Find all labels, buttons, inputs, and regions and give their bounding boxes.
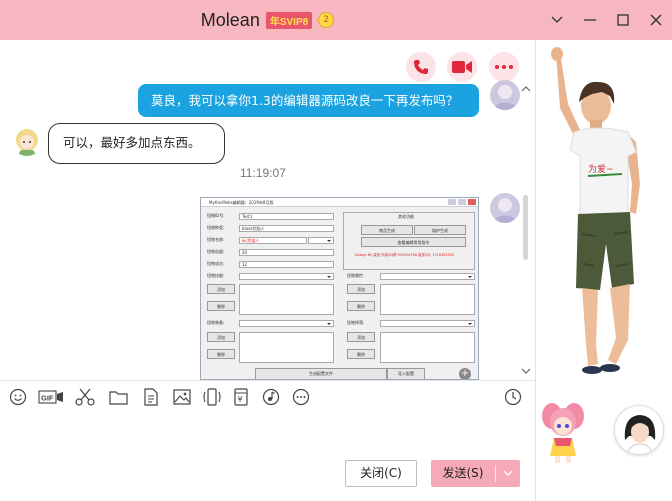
title-group: Molean 年SVIP8 2 [0,0,535,40]
contact-show-avatar[interactable] [614,405,664,455]
attr-delete-button: 删除 [347,301,375,311]
skill-list [239,284,334,315]
mob-attr-label: 怪物属性: [347,273,365,278]
image-message[interactable]: MythicMobs编辑器：2019年8月版 怪物ID号: Test1 怪物种类… [200,197,479,380]
mob-health-input: 20 [239,249,334,256]
equip-add-button: 添加 [207,332,235,342]
maximize-icon[interactable] [606,0,639,40]
mob-skill-label: 怪物技能: [207,273,225,278]
outgoing-message-bubble[interactable]: 莫良，我可以拿你1.3的编辑器源码改良一下再发布吗？ [138,84,479,117]
chat-scrollbar-thumb[interactable] [523,195,528,260]
skill-delete-button: 删除 [207,301,235,311]
item-generate-button: 物品生成 [361,225,413,235]
minimize-icon[interactable] [573,0,606,40]
phone-icon [414,60,428,74]
my-avatar[interactable] [490,80,520,110]
drop-list [380,332,475,363]
svg-text:¥: ¥ [238,395,243,404]
music-icon[interactable] [261,387,281,407]
design-credit: Design By 莫良 作者QQ群 932954706 莫良QQ: 17183… [355,253,455,257]
editor-window-controls [448,199,476,205]
mob-damage-label: 怪物攻击: [207,261,225,266]
mob-id-label: 怪物ID号: [207,213,225,218]
mob-damage-input: 12 [239,261,334,268]
crown-icon[interactable]: 2 [318,12,335,28]
video-call-button[interactable] [447,52,477,82]
send-button[interactable]: 发送(S) [431,460,520,487]
plus-icon: + [459,368,471,379]
mob-health-label: 怪物血量: [207,249,225,254]
attr-add-button: 添加 [347,284,375,294]
mob-equip-select [239,320,334,327]
incoming-message-bubble[interactable]: 可以，最好多加点东西。 [48,123,225,164]
my-avatar-2[interactable] [490,193,520,223]
close-icon[interactable] [639,0,672,40]
send-button-label[interactable]: 发送(S) [431,460,495,487]
attr-list [380,284,475,315]
mob-type-select: blaze烈焰人 [239,225,334,232]
equip-delete-button: 删除 [207,349,235,359]
color-select [308,237,334,244]
mob-name-label: 怪物名称: [207,237,225,242]
window-controls [540,0,672,40]
svg-text:为爱~: 为爱~ [588,163,614,175]
smelt-generate-button: 熔炉生成 [414,225,466,235]
vip-badge[interactable]: 年SVIP8 [265,11,313,29]
phone-call-button[interactable] [406,52,436,82]
more-tools-icon[interactable] [291,387,311,407]
title-bar: Molean 年SVIP8 2 [0,0,672,40]
message-timestamp: 11:19:07 [240,166,286,180]
mob-drop-select [380,320,475,327]
more-options-button[interactable] [489,52,519,82]
message-input[interactable] [0,412,535,501]
mob-name-input: &c烈焰人 [239,237,307,244]
svg-text:GIF: GIF [41,394,54,403]
drop-delete-button: 删除 [347,349,375,359]
mob-type-label: 怪物种类: [207,225,225,230]
character-figure[interactable]: 为爱~ [536,44,672,394]
gif-icon[interactable]: GIF [38,387,64,407]
folder-icon[interactable] [108,387,128,407]
contact-name[interactable]: Molean [201,10,260,31]
image-icon[interactable] [172,387,192,407]
scroll-up-icon[interactable] [521,84,531,94]
scroll-down-icon[interactable] [521,366,531,376]
contact-avatar[interactable] [12,126,42,156]
send-options-chevron-icon[interactable] [496,470,520,477]
video-camera-icon [452,61,472,73]
other-functions-label: 其他功能 [398,214,414,219]
document-icon[interactable] [141,387,161,407]
drop-add-button: 添加 [347,332,375,342]
import-config-button: 导入配置 [387,368,425,379]
equip-list [239,332,334,363]
chat-history[interactable]: 莫良，我可以拿你1.3的编辑器源码改良一下再发布吗？ 可以，最好多加点东西。 1… [0,40,535,380]
clock-history-icon[interactable] [503,387,523,407]
mob-equip-label: 怪物装备: [207,320,225,325]
scissors-icon[interactable] [75,387,95,407]
more-icon [495,65,513,69]
red-packet-icon[interactable]: ¥ [231,387,251,407]
mini-character[interactable] [540,402,586,464]
skill-add-button: 添加 [207,284,235,294]
mob-skill-select [239,273,334,280]
chevron-down-icon[interactable] [540,0,573,40]
mob-drop-label: 怪物掉落: [347,320,365,325]
emoji-icon[interactable] [8,387,28,407]
view-commands-button: 查看编辑常用指令 [361,237,466,247]
send-button-divider [495,465,496,482]
save-config-button: 生成配置文件 [255,368,387,379]
input-toolbar: GIF ¥ [0,380,535,412]
editor-window-title: MythicMobs编辑器：2019年8月版 [201,198,478,207]
mob-attr-select [380,273,475,280]
close-button[interactable]: 关闭(C) [345,460,417,487]
shake-window-icon[interactable] [202,387,222,407]
mob-id-input: Test1 [239,213,334,220]
